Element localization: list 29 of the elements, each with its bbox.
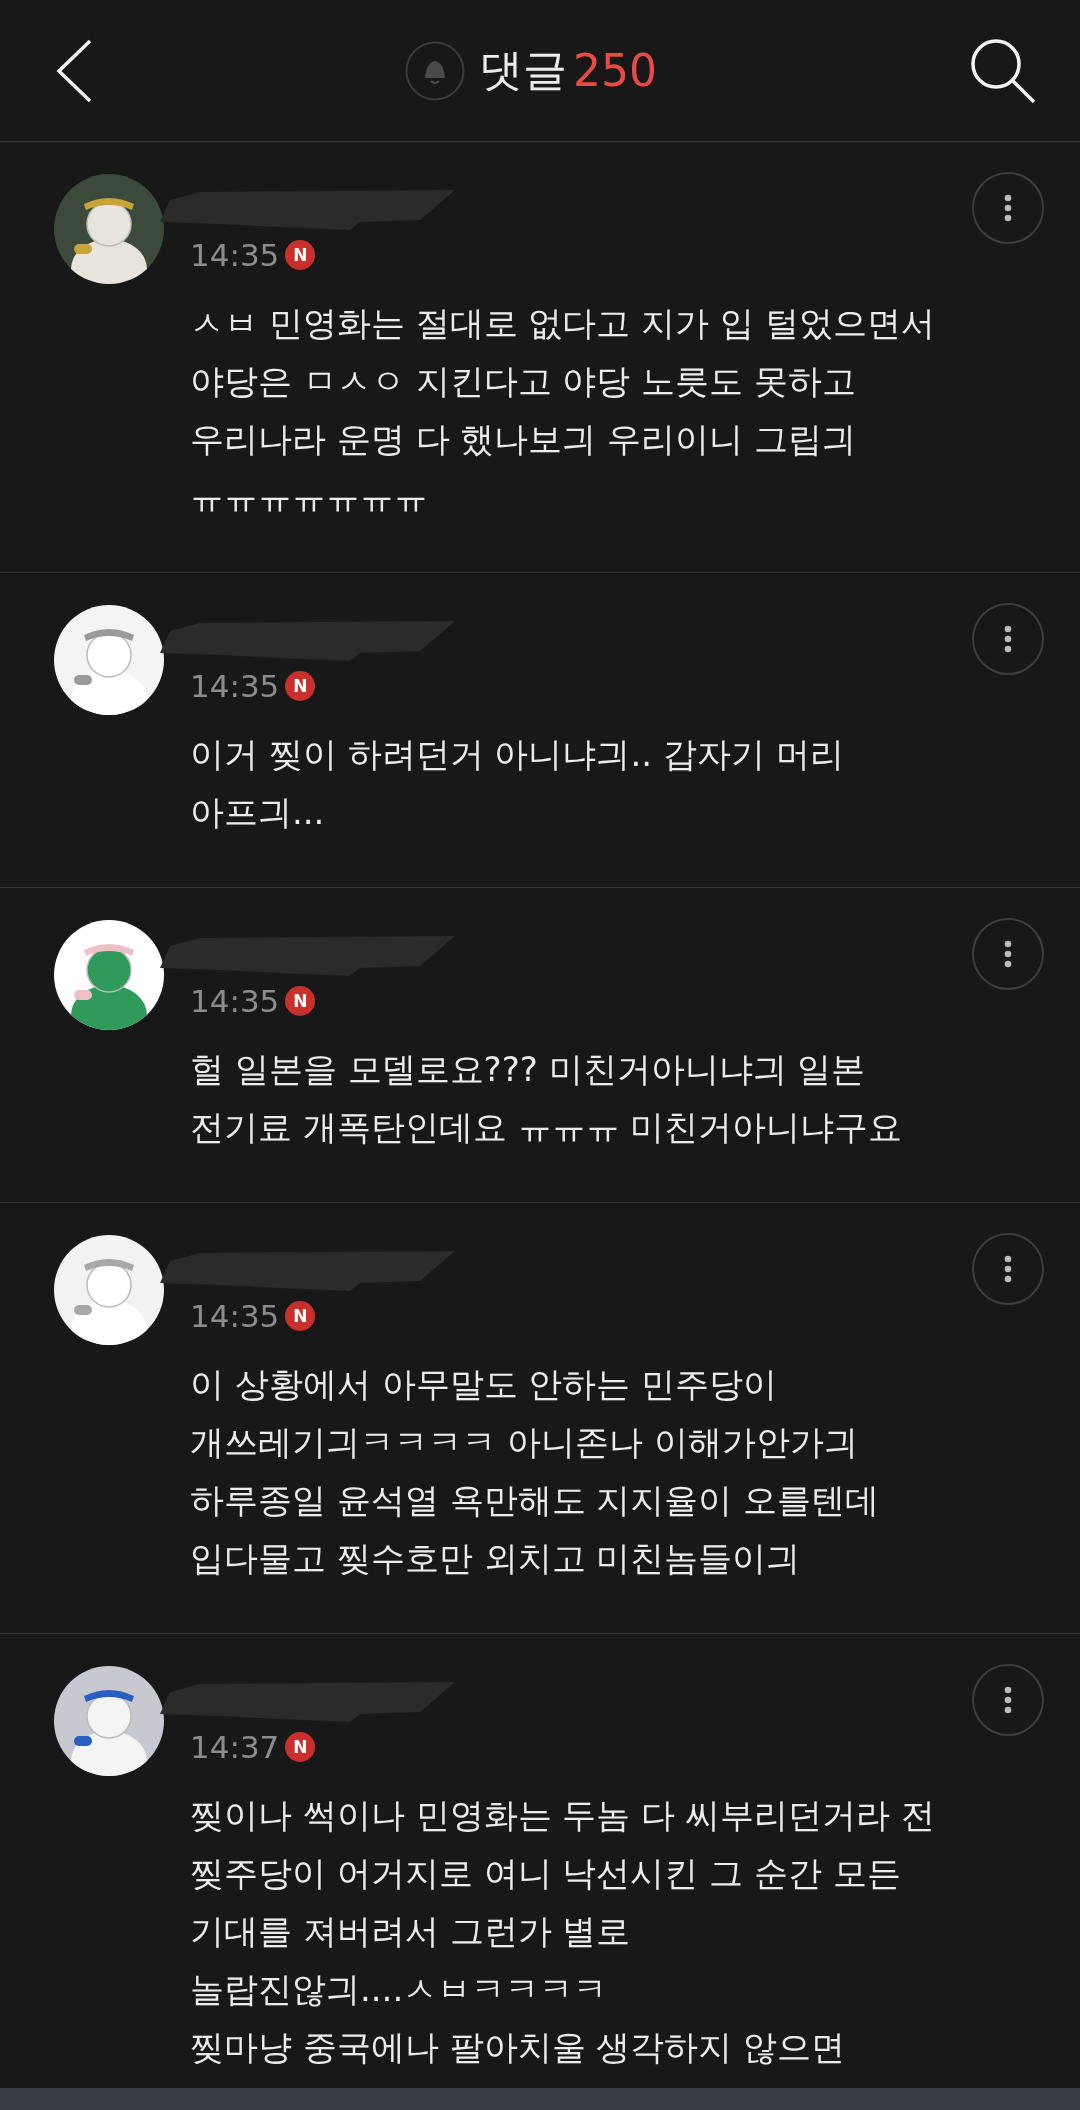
more-button[interactable] — [972, 1664, 1044, 1736]
new-badge: N — [285, 671, 316, 701]
more-icon — [1003, 193, 1013, 223]
new-badge: N — [285, 1301, 316, 1331]
bell-icon[interactable] — [405, 40, 465, 101]
comment-time: 14:35 — [190, 983, 280, 1019]
comment-time: 14:35 — [190, 1298, 280, 1334]
more-button[interactable] — [972, 603, 1044, 675]
more-icon — [1003, 1685, 1013, 1715]
comment-text: ㅅㅂ 민영화는 절대로 없다고 지가 입 털었으면서 야당은 ㅁㅅㅇ 지킨다고 야당 노릇도 못하고 우리나라 운명 다 했나보긔 우리이니 그립긔 ㅠㅠㅠㅠㅠㅠㅠ — [190, 302, 936, 519]
comment-text: 이거 찢이 하려던거 아니냐긔.. 갑자기 머리 아프긔... — [190, 733, 845, 834]
comment-time: 14:35 — [190, 237, 280, 273]
comment-text: 찢이나 썩이나 민영화는 두놈 다 씨부리던거라 전 찢주당이 어거지로 여니 낙선시킨 그 순간 모든 기대를 져버려서 그런가 별로 놀랍진않긔....ㅅㅂㅋㅋㅋㅋ 찢마냥 중국에나 팔아치울 생각하지 않으면 — [190, 1794, 936, 2069]
new-badge: N — [285, 240, 316, 270]
more-button[interactable] — [972, 1233, 1044, 1305]
more-button[interactable] — [972, 172, 1044, 244]
new-badge: N — [285, 1732, 316, 1762]
comment-count: 250 — [573, 45, 657, 96]
more-icon — [1003, 939, 1013, 969]
comment-text: 헐 일본을 모델로요??? 미친거아니냐긔 일본 전기료 개폭탄인데요 ㅠㅠㅠ 미친거아니냐구요 — [190, 1048, 904, 1149]
more-button[interactable] — [972, 918, 1044, 990]
comment-time: 14:37 — [190, 1729, 280, 1765]
comment-text: 이 상황에서 아무말도 안하는 민주당이 개쓰레기긔ㅋㅋㅋㅋ 아니존나 이해가안가긔 하루종일 윤석열 욕만해도 지지율이 오를텐데 입다물고 찢수호만 외치고 미친놈들이긔 — [190, 1363, 881, 1580]
back-icon[interactable] — [54, 37, 94, 104]
more-icon — [1003, 1254, 1013, 1284]
comment-time: 14:35 — [190, 668, 280, 704]
page-title: 댓글 — [479, 43, 567, 97]
more-icon — [1003, 624, 1013, 654]
new-badge: N — [285, 986, 316, 1016]
